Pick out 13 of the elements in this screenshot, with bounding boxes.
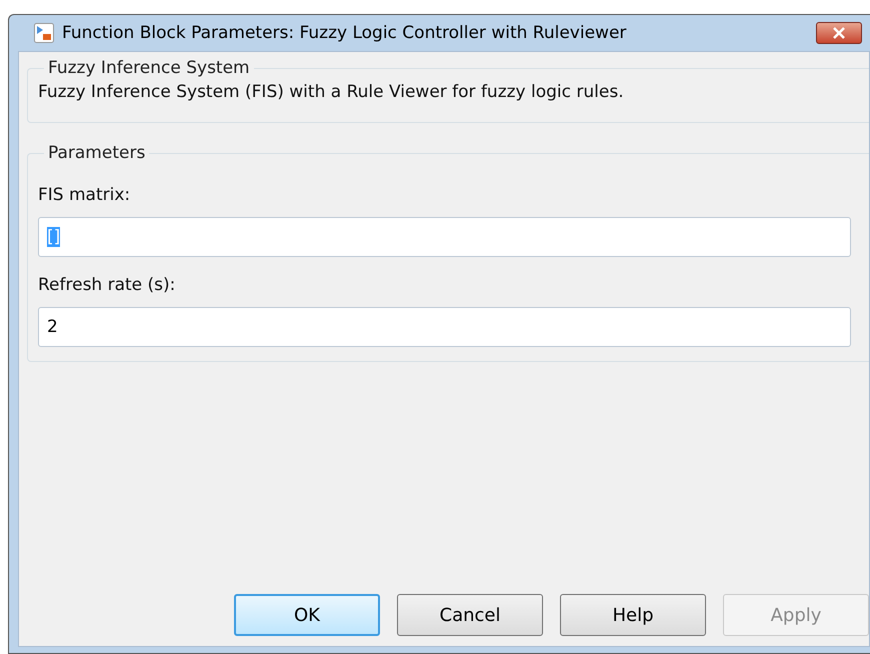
field-label: FIS matrix: xyxy=(38,185,132,205)
group-title: Fuzzy Inference System xyxy=(47,58,251,78)
dialog-button[interactable]: OK xyxy=(234,594,380,636)
app-icon xyxy=(34,23,54,43)
input-field[interactable]: 2 xyxy=(38,307,851,347)
close-button[interactable] xyxy=(816,22,862,44)
dialog-button[interactable]: Cancel xyxy=(397,594,543,636)
description-text: Fuzzy Inference System (FIS) with a Rule Viewer for fuzzy logic rules. xyxy=(38,82,624,102)
close-icon xyxy=(832,27,846,39)
window-title: Function Block Parameters: Fuzzy Logic Controller with Ruleviewer xyxy=(62,23,628,43)
group-title: Parameters xyxy=(47,143,146,163)
dialog-button[interactable]: Help xyxy=(560,594,706,636)
field-label: Refresh rate (s): xyxy=(38,275,176,295)
